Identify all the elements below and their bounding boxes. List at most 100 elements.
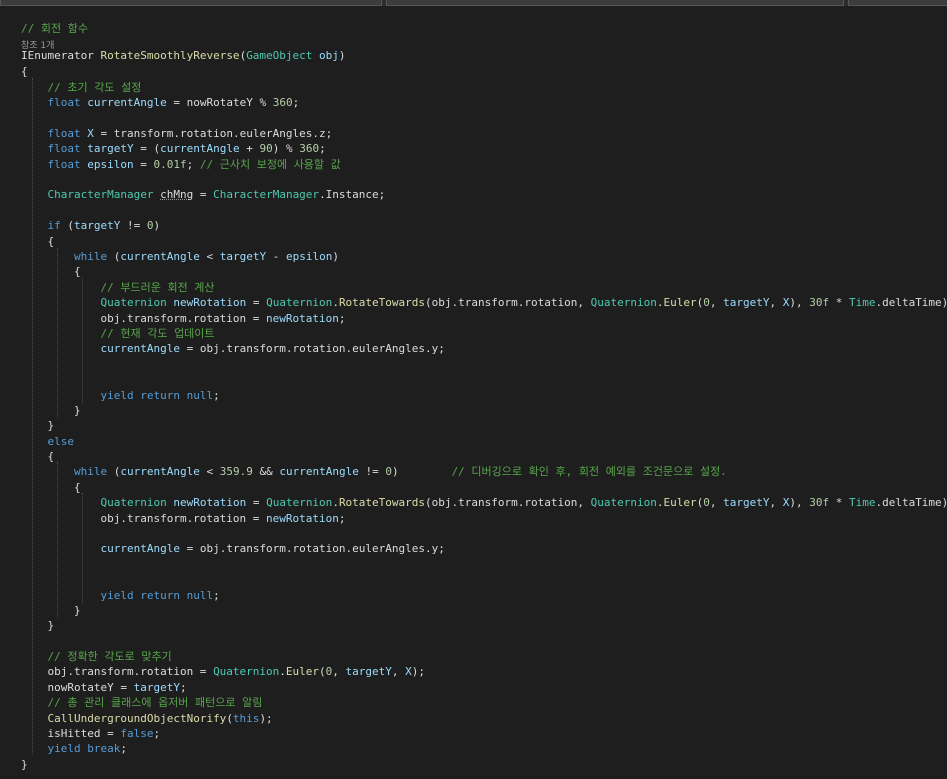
code-line[interactable]: } — [21, 618, 54, 633]
code-line[interactable]: CharacterManager chMng = CharacterManage… — [21, 187, 386, 202]
code-line[interactable]: CallUndergroundObjectNorify(this); — [21, 711, 273, 726]
code-token: ; — [153, 727, 161, 740]
code-token: // 회전 함수 — [21, 22, 88, 35]
code-line[interactable]: IEnumerator RotateSmoothlyReverse(GameOb… — [21, 48, 346, 63]
code-token: ; — [292, 96, 300, 109]
code-token: . — [332, 496, 339, 509]
code-line[interactable]: // 부드러운 회전 계산 — [21, 280, 215, 295]
code-line[interactable]: yield break; — [21, 741, 128, 756]
code-token: obj.transform.rotation = — [21, 665, 214, 678]
code-line[interactable]: // 정확한 각도로 맞추기 — [21, 649, 171, 664]
code-token: ; — [213, 389, 220, 402]
code-token: targetY — [345, 665, 392, 678]
code-token: = — [133, 158, 154, 171]
code-token: ( — [67, 219, 74, 232]
code-token: newRotation — [266, 312, 339, 325]
code-token: else — [47, 435, 75, 448]
code-token: break — [87, 742, 121, 755]
code-line[interactable]: nowRotateY = targetY; — [21, 680, 186, 695]
code-line[interactable]: float X = transform.rotation.eulerAngles… — [21, 126, 333, 141]
code-token: RotateSmoothlyReverse — [100, 49, 240, 62]
code-line[interactable]: // 총 관리 클래스에 옵저버 패턴으로 알림 — [21, 695, 262, 710]
code-line[interactable]: float epsilon = 0.01f; // 근사치 보정에 사용할 값 — [21, 157, 341, 172]
code-token: * — [829, 496, 849, 509]
code-token: newRotation — [266, 512, 339, 525]
code-token: 359.9 — [219, 465, 253, 478]
code-token: targetY — [723, 296, 770, 309]
code-token: ) — [391, 465, 452, 478]
code-token: targetY — [87, 142, 134, 155]
code-token: GameObject — [246, 49, 320, 62]
code-token: ) % — [272, 142, 300, 155]
code-token: ; — [213, 589, 220, 602]
code-token: // 총 관리 클래스에 옵저버 패턴으로 알림 — [21, 696, 263, 709]
code-token: Quaternion — [100, 296, 174, 309]
code-line[interactable]: while (currentAngle < targetY - epsilon) — [21, 249, 339, 264]
code-line[interactable]: { — [21, 264, 81, 279]
code-token: CharacterManager — [47, 188, 161, 201]
code-line[interactable]: { — [21, 480, 81, 495]
code-line[interactable]: obj.transform.rotation = newRotation; — [21, 311, 346, 326]
code-token: null — [186, 389, 214, 402]
code-token: { — [21, 450, 55, 463]
code-token: // 부드러운 회전 계산 — [21, 281, 215, 294]
code-token: yield — [47, 742, 88, 755]
code-line[interactable]: // 현재 각도 업데이트 — [21, 326, 214, 341]
code-line[interactable]: { — [21, 64, 28, 79]
code-line[interactable]: float currentAngle = nowRotateY % 360; — [21, 95, 300, 110]
code-line[interactable]: { — [21, 234, 54, 249]
code-line[interactable]: while (currentAngle < 359.9 && currentAn… — [21, 464, 727, 479]
indent-guide — [57, 462, 58, 618]
code-line[interactable]: obj.transform.rotation = newRotation; — [21, 511, 346, 526]
code-editor[interactable]: // 회전 함수 참조 1개 IEnumerator RotateSmoothlyR… — [0, 0, 947, 779]
code-token: .Instance; — [319, 188, 386, 201]
code-token: targetY — [723, 496, 770, 509]
code-token: RotateTowards — [338, 296, 426, 309]
code-line[interactable]: currentAngle = obj.transform.rotation.eu… — [21, 341, 444, 356]
code-token: targetY — [219, 250, 267, 263]
code-token: ; — [338, 312, 346, 325]
code-token: obj — [319, 49, 339, 62]
code-line[interactable]: Quaternion newRotation = Quaternion.Rota… — [21, 295, 947, 310]
code-token: Euler — [285, 665, 320, 678]
code-token: Time — [848, 496, 876, 509]
code-token: 30f — [809, 296, 830, 309]
code-token: X — [87, 127, 94, 140]
code-line[interactable]: } — [21, 603, 81, 618]
code-token: . — [332, 296, 339, 309]
code-token: Quaternion — [590, 296, 657, 309]
code-token: ( — [226, 712, 233, 725]
code-line[interactable]: if (targetY != 0) — [21, 218, 161, 233]
code-line[interactable]: } — [21, 403, 81, 418]
code-token: , — [769, 496, 783, 509]
code-line[interactable]: { — [21, 449, 54, 464]
code-line[interactable]: Quaternion newRotation = Quaternion.Rota… — [21, 495, 947, 510]
code-line[interactable]: } — [21, 418, 54, 433]
indent-guide — [57, 248, 58, 418]
code-line[interactable]: isHitted = false; — [21, 726, 160, 741]
code-token: (obj.transform.rotation, — [425, 296, 591, 309]
code-line[interactable]: } — [21, 757, 28, 772]
code-token: } — [21, 419, 55, 432]
code-line[interactable]: yield return null; — [21, 588, 220, 603]
code-line[interactable]: // 회전 함수 — [21, 21, 88, 36]
code-line[interactable]: // 초기 각도 설정 — [21, 80, 141, 95]
code-line[interactable]: currentAngle = obj.transform.rotation.eu… — [21, 541, 445, 556]
code-token: = — [193, 188, 214, 201]
code-line[interactable]: float targetY = (currentAngle + 90) % 36… — [21, 141, 326, 156]
code-token: Euler — [663, 296, 697, 309]
code-token: currentAngle — [120, 465, 200, 478]
code-token: currentAngle — [120, 250, 200, 263]
code-token: = obj.transform.rotation.eulerAngles.y; — [179, 542, 445, 555]
code-token: // 초기 각도 설정 — [21, 81, 142, 94]
code-token: ), — [789, 496, 810, 509]
code-token: 30f — [809, 496, 830, 509]
code-line[interactable]: else — [21, 434, 75, 449]
code-token: float — [47, 158, 88, 171]
code-line[interactable]: yield return null; — [21, 388, 220, 403]
code-token: ; — [338, 512, 346, 525]
code-line[interactable]: obj.transform.rotation = Quaternion.Eule… — [21, 664, 425, 679]
